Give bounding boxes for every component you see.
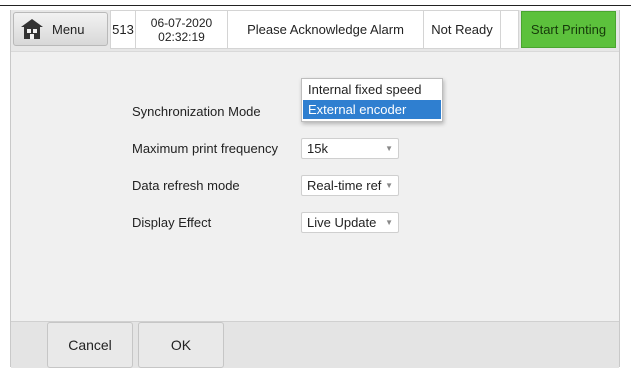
- counter-display: 513: [110, 10, 136, 49]
- top-divider: [0, 5, 631, 6]
- display-effect-select[interactable]: Live Update ▼: [301, 212, 399, 233]
- start-printing-label: Start Printing: [530, 22, 607, 37]
- footer-bar: Cancel OK: [11, 321, 619, 368]
- datetime-display: 06-07-2020 02:32:19: [136, 10, 228, 49]
- date-text: 06-07-2020: [150, 15, 213, 30]
- alarm-message[interactable]: Please Acknowledge Alarm: [228, 10, 424, 49]
- dropdown-option-internal-fixed-speed[interactable]: Internal fixed speed: [303, 80, 441, 99]
- menu-label: Menu: [52, 21, 85, 37]
- settings-panel: Synchronization Mode Maximum print frequ…: [11, 51, 619, 322]
- data-refresh-mode-value: Real-time ref: [307, 178, 382, 193]
- chevron-down-icon: ▼: [385, 218, 393, 227]
- time-text: 02:32:19: [158, 29, 205, 44]
- display-effect-label: Display Effect: [132, 215, 212, 230]
- start-printing-button[interactable]: Start Printing: [521, 11, 616, 48]
- display-effect-value: Live Update: [307, 215, 377, 230]
- sync-mode-dropdown: Internal fixed speed External encoder: [301, 78, 443, 122]
- data-refresh-mode-label: Data refresh mode: [132, 178, 240, 193]
- chevron-down-icon: ▼: [385, 144, 393, 153]
- home-icon: [20, 18, 44, 40]
- toolbar-spacer: [501, 10, 519, 49]
- alarm-text: Please Acknowledge Alarm: [247, 22, 404, 37]
- status-indicator: Not Ready: [424, 10, 501, 49]
- app-window: Menu 513 06-07-2020 02:32:19 Please Ackn…: [10, 10, 620, 368]
- cancel-button[interactable]: Cancel: [47, 322, 133, 368]
- data-refresh-mode-select[interactable]: Real-time ref ▼: [301, 175, 399, 196]
- sync-mode-label: Synchronization Mode: [132, 104, 261, 119]
- ok-button[interactable]: OK: [138, 322, 224, 368]
- max-print-frequency-label: Maximum print frequency: [132, 141, 278, 156]
- toolbar: Menu 513 06-07-2020 02:32:19 Please Ackn…: [11, 10, 619, 49]
- menu-button[interactable]: Menu: [13, 12, 108, 46]
- max-print-frequency-value: 15k: [307, 141, 328, 156]
- cancel-label: Cancel: [68, 337, 112, 353]
- ok-label: OK: [170, 337, 192, 353]
- status-text: Not Ready: [431, 22, 493, 37]
- chevron-down-icon: ▼: [385, 181, 393, 190]
- max-print-frequency-select[interactable]: 15k ▼: [301, 138, 399, 159]
- counter-value: 513: [112, 22, 134, 37]
- dropdown-option-external-encoder[interactable]: External encoder: [303, 100, 441, 119]
